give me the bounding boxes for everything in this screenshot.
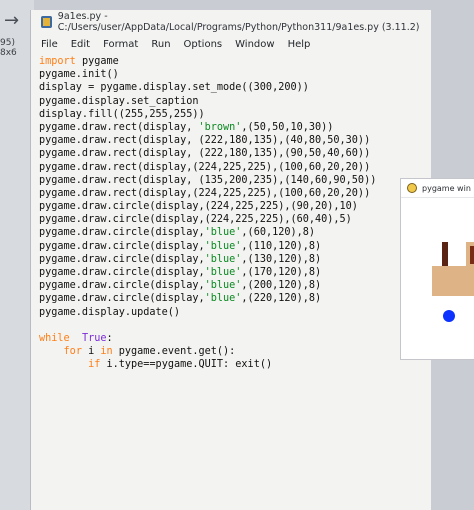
code-editor[interactable]: import pygame pygame.init() display = pyga… xyxy=(39,55,431,510)
code-line: pygame.draw.circle(display,'blue',(170,1… xyxy=(39,267,322,278)
menu-bar: File Edit Format Run Options Window Help xyxy=(31,34,431,54)
code-line: if i.type==pygame.QUIT: exit() xyxy=(88,359,273,371)
code-line: for i in pygame.event.get(): xyxy=(63,346,236,358)
code-line: display = pygame.display.set_mode((300,2… xyxy=(39,82,309,94)
code-line: pygame.draw.circle(display,(224,225,225)… xyxy=(39,214,352,226)
dark-rect xyxy=(470,246,474,264)
code-line: display.fill((255,255,255)) xyxy=(39,108,205,120)
code-line: pygame.draw.circle(display,'blue',(200,1… xyxy=(39,280,322,292)
menu-run[interactable]: Run xyxy=(151,39,170,50)
code-line: pygame.draw.circle(display,'blue',(130,1… xyxy=(39,253,322,265)
menu-window[interactable]: Window xyxy=(235,39,274,50)
pygame-canvas[interactable] xyxy=(402,198,474,358)
brown-rect xyxy=(442,242,448,266)
code-line: pygame.draw.rect(display, (222,180,135),… xyxy=(39,135,371,147)
arrow-left-icon[interactable]: → xyxy=(4,10,19,31)
code-line: pygame.draw.rect(display,(224,225,225),(… xyxy=(39,161,371,173)
window-title: 9a1es.py - C:/Users/user/AppData/Local/P… xyxy=(57,11,420,33)
menu-help[interactable]: Help xyxy=(288,39,311,50)
window-titlebar[interactable]: 9a1es.py - C:/Users/user/AppData/Local/P… xyxy=(31,10,431,34)
code-line: pygame.draw.circle(display,'blue',(110,1… xyxy=(39,240,322,252)
code-line: pygame.draw.circle(display,'blue',(220,1… xyxy=(39,293,322,305)
code-line: pygame.draw.circle(display,(224,225,225)… xyxy=(39,201,358,213)
idle-editor-window: 9a1es.py - C:/Users/user/AppData/Local/P… xyxy=(30,10,431,510)
code-line: pygame.draw.circle(display,'blue',(60,12… xyxy=(39,227,316,239)
code-line: pygame.draw.rect(display, (135,200,235),… xyxy=(39,174,377,186)
python-file-icon xyxy=(41,16,52,28)
menu-file[interactable]: File xyxy=(41,39,58,50)
pygame-window-title: pygame win xyxy=(422,183,471,193)
pygame-icon xyxy=(407,183,417,193)
code-line: pygame.draw.rect(display, 'brown',(50,50… xyxy=(39,121,334,133)
desktop-strip: → 95) 8x6 xyxy=(0,0,34,510)
blue-circle xyxy=(443,310,455,322)
menu-edit[interactable]: Edit xyxy=(71,39,90,50)
menu-format[interactable]: Format xyxy=(103,39,138,50)
code-line: pygame.display.set_caption xyxy=(39,95,199,107)
code-line: pygame.display.update() xyxy=(39,306,181,318)
code-line: pygame.draw.rect(display, (222,180,135),… xyxy=(39,148,371,160)
code-line: import pygame xyxy=(39,56,119,67)
pygame-drawing xyxy=(402,198,474,358)
code-line: while True: xyxy=(39,332,113,344)
pygame-titlebar[interactable]: pygame win xyxy=(401,179,474,198)
pygame-window: pygame win xyxy=(400,178,474,360)
code-line: pygame.init() xyxy=(39,69,119,81)
background-window-text: 95) 8x6 xyxy=(0,38,17,58)
menu-options[interactable]: Options xyxy=(184,39,223,50)
code-line: pygame.draw.rect(display,(224,225,225),(… xyxy=(39,187,371,199)
